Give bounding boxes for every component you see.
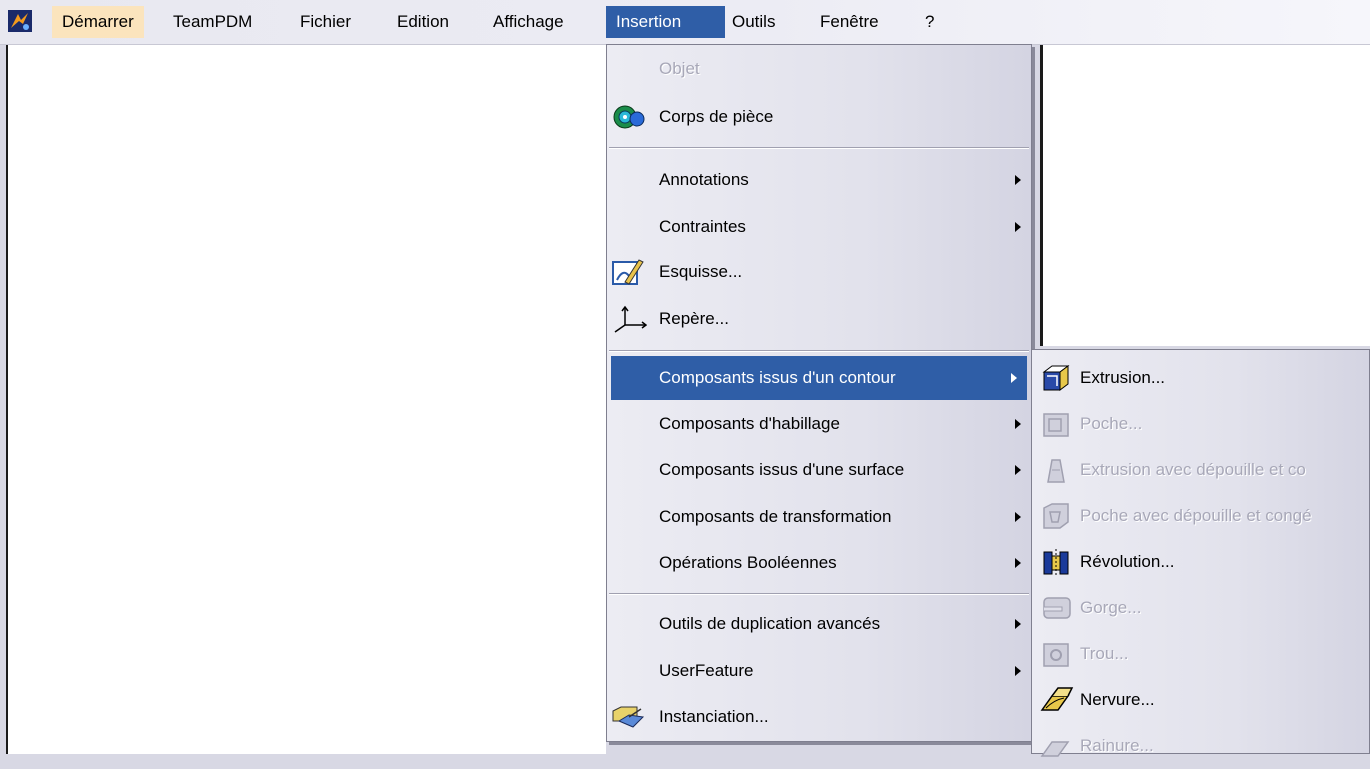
submenu-item-label: Poche avec dépouille et congé — [1080, 506, 1312, 525]
menu-outils[interactable]: Outils — [722, 6, 785, 38]
submenu-arrow-icon — [1015, 419, 1021, 429]
menu-item-operations-booleennes[interactable]: Opérations Booléennes — [607, 541, 1031, 585]
submenu-item-label: Rainure... — [1080, 736, 1154, 755]
part-body-icon — [613, 105, 645, 129]
hole-icon — [1043, 643, 1069, 667]
contour-submenu: Extrusion... Poche... Extrusion avec dép… — [1031, 349, 1370, 757]
menu-separator — [609, 147, 1029, 149]
submenu-arrow-icon — [1015, 175, 1021, 185]
menu-item-composants-surface[interactable]: Composants issus d'une surface — [607, 448, 1031, 492]
submenu-item-extrusion-depouille[interactable]: Extrusion avec dépouille et co — [1032, 447, 1369, 493]
submenu-item-gorge[interactable]: Gorge... — [1032, 585, 1369, 631]
menu-demarrer[interactable]: Démarrer — [52, 6, 144, 38]
menu-separator — [609, 350, 1029, 352]
submenu-item-trou[interactable]: Trou... — [1032, 631, 1369, 677]
slot-icon — [1040, 741, 1070, 757]
menu-item-outils-duplication[interactable]: Outils de duplication avancés — [607, 602, 1031, 646]
submenu-arrow-icon — [1015, 619, 1021, 629]
submenu-arrow-icon — [1015, 222, 1021, 232]
submenu-item-label: Trou... — [1080, 644, 1129, 663]
submenu-item-nervure[interactable]: Nervure... — [1032, 677, 1369, 723]
menu-item-label: UserFeature — [659, 661, 754, 680]
menu-help[interactable]: ? — [915, 6, 944, 38]
menu-item-instanciation[interactable]: Instanciation... — [607, 695, 1031, 739]
submenu-arrow-icon — [1011, 373, 1017, 383]
instantiation-icon — [612, 706, 645, 728]
submenu-item-label: Nervure... — [1080, 690, 1155, 709]
menu-item-label: Corps de pièce — [659, 107, 774, 126]
submenu-item-label: Révolution... — [1080, 552, 1175, 571]
menu-item-composants-contour[interactable]: Composants issus d'un contour — [611, 356, 1027, 400]
pocket-icon — [1043, 413, 1069, 437]
menu-fenetre[interactable]: Fenêtre — [810, 6, 889, 38]
groove-icon — [1043, 597, 1071, 619]
menu-item-label: Esquisse... — [659, 262, 743, 281]
axis-system-icon — [614, 305, 647, 333]
menu-teampdm[interactable]: TeamPDM — [163, 6, 262, 38]
document-area-right[interactable] — [1043, 45, 1370, 346]
submenu-item-label: Extrusion... — [1080, 368, 1166, 387]
submenu-arrow-icon — [1015, 512, 1021, 522]
menu-item-objet[interactable]: Objet — [607, 47, 1031, 91]
submenu-item-label: Gorge... — [1080, 598, 1142, 617]
submenu-item-poche-depouille[interactable]: Poche avec dépouille et congé — [1032, 493, 1369, 539]
menu-affichage[interactable]: Affichage — [483, 6, 574, 38]
document-border — [1040, 45, 1043, 346]
menu-insertion[interactable]: Insertion — [606, 6, 725, 38]
menu-item-repere[interactable]: Repère... — [607, 297, 1031, 341]
menu-item-esquisse[interactable]: Esquisse... — [607, 250, 1031, 294]
drafted-pocket-icon — [1043, 503, 1069, 529]
menu-item-contraintes[interactable]: Contraintes — [607, 205, 1031, 249]
menu-item-label: Instanciation... — [659, 707, 769, 726]
submenu-item-revolution[interactable]: Révolution... — [1032, 539, 1369, 585]
menu-item-composants-transformation[interactable]: Composants de transformation — [607, 495, 1031, 539]
menu-edition[interactable]: Edition — [387, 6, 459, 38]
submenu-item-rainure[interactable]: Rainure... — [1032, 723, 1369, 769]
pad-icon — [1042, 365, 1070, 391]
submenu-item-label: Poche... — [1080, 414, 1143, 433]
menu-item-label: Composants issus d'un contour — [659, 368, 896, 387]
catia-app-icon[interactable] — [8, 10, 32, 32]
submenu-arrow-icon — [1015, 666, 1021, 676]
submenu-item-label: Extrusion avec dépouille et co — [1080, 460, 1306, 479]
insertion-menu: Objet Corps de pièce Annotations Contrai… — [606, 44, 1032, 742]
submenu-item-extrusion[interactable]: Extrusion... — [1032, 355, 1369, 401]
menu-separator — [609, 593, 1029, 595]
drafted-pad-icon — [1047, 459, 1065, 483]
document-border — [6, 45, 8, 754]
menu-bar: Démarrer TeamPDM Fichier Edition Afficha… — [0, 0, 1370, 45]
sketch-icon — [612, 259, 644, 285]
submenu-arrow-icon — [1015, 558, 1021, 568]
document-area-left[interactable] — [8, 45, 606, 754]
menu-item-label: Repère... — [659, 309, 729, 328]
submenu-arrow-icon — [1015, 465, 1021, 475]
menu-item-label: Contraintes — [659, 217, 746, 236]
menu-item-label: Objet — [659, 59, 700, 78]
menu-item-label: Opérations Booléennes — [659, 553, 837, 572]
menu-item-composants-habillage[interactable]: Composants d'habillage — [607, 402, 1031, 446]
menu-item-label: Composants d'habillage — [659, 414, 840, 433]
menu-item-label: Annotations — [659, 170, 749, 189]
menu-item-label: Outils de duplication avancés — [659, 614, 881, 633]
menu-fichier[interactable]: Fichier — [290, 6, 361, 38]
menu-item-label: Composants de transformation — [659, 507, 892, 526]
menu-item-userfeature[interactable]: UserFeature — [607, 649, 1031, 693]
menu-item-label: Composants issus d'une surface — [659, 460, 905, 479]
shaft-icon — [1043, 549, 1069, 575]
submenu-item-poche[interactable]: Poche... — [1032, 401, 1369, 447]
menu-item-corps-de-piece[interactable]: Corps de pièce — [607, 95, 1031, 139]
menu-item-annotations[interactable]: Annotations — [607, 158, 1031, 202]
rib-icon — [1040, 687, 1074, 711]
